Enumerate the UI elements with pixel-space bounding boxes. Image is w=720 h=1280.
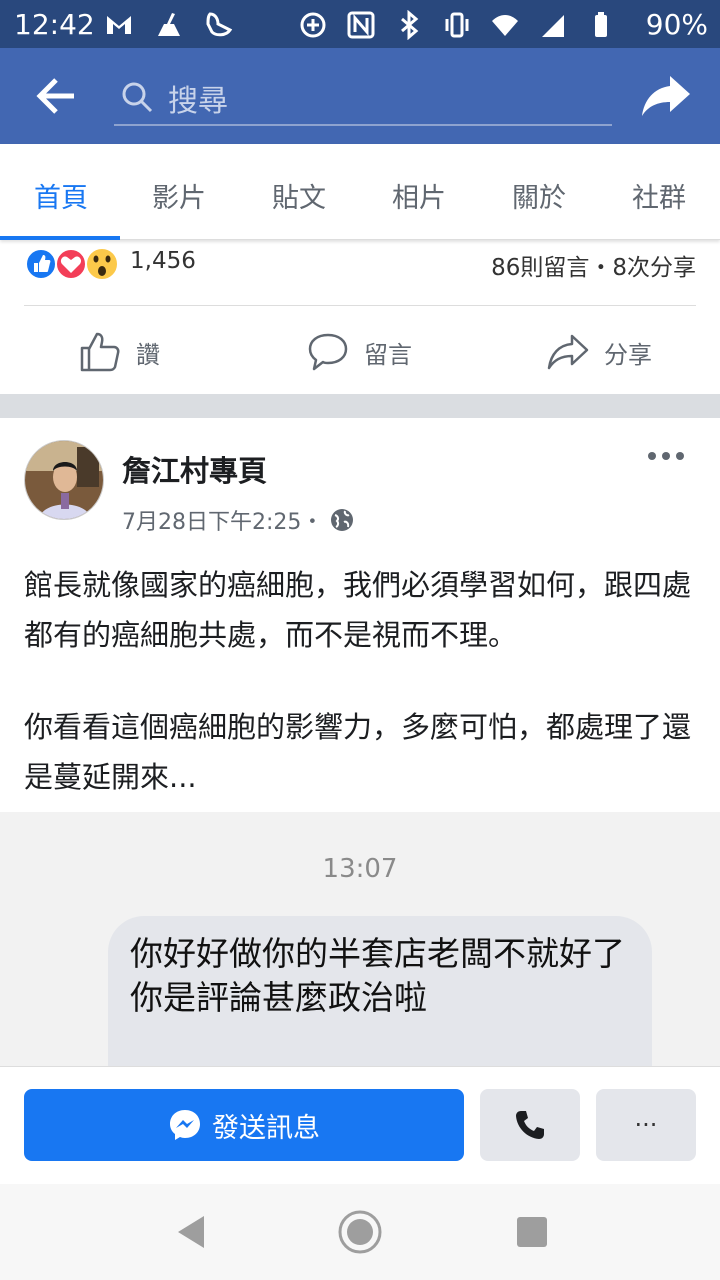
post-paragraph-1: 館長就像國家的癌細胞，我們必須學習如何，跟四處都有的癌細胞共處，而不是視而不理。	[24, 568, 692, 652]
post-paragraph-2[interactable]: 你看看這個癌細胞的影響力，多麼可怕，都處理了還是蔓延開來...	[24, 702, 704, 802]
app-header: 搜尋	[0, 48, 720, 144]
post-body: 館長就像國家的癌細胞，我們必須學習如何，跟四處都有的癌細胞共處，而不是視而不理。…	[24, 560, 704, 844]
battery-icon	[595, 12, 607, 37]
post-author[interactable]: 詹江村專頁	[122, 448, 267, 490]
comment-icon	[308, 333, 348, 371]
wifi-icon	[492, 15, 518, 36]
like-button[interactable]: 讚	[78, 330, 160, 374]
messenger-icon	[170, 1110, 200, 1140]
tab-photos[interactable]: 相片	[392, 176, 446, 215]
avatar-image	[25, 441, 103, 519]
chat-bubble: 你好好做你的半套店老闆不就好了 你是評論甚麼政治啦	[108, 916, 652, 1068]
section-separator	[0, 394, 720, 418]
love-icon	[55, 248, 87, 280]
avatar[interactable]	[24, 440, 104, 520]
pigeon-icon	[206, 12, 233, 37]
reactions-row[interactable]: 1,456 86則留言・8次分享	[0, 240, 720, 306]
comment-label: 留言	[364, 340, 412, 369]
vibrate-icon	[445, 12, 469, 38]
page-action-bar: 發送訊息 ···	[0, 1066, 720, 1184]
send-message-label: 發送訊息	[212, 1112, 320, 1144]
phone-icon	[516, 1111, 544, 1139]
share-arrow-icon[interactable]	[640, 72, 692, 120]
system-nav-bar	[0, 1184, 720, 1280]
thumbs-up-icon	[80, 332, 120, 372]
tab-videos[interactable]: 影片	[152, 176, 206, 215]
share-icon	[547, 334, 589, 370]
more-options-icon[interactable]	[646, 446, 686, 466]
share-label: 分享	[604, 340, 652, 369]
send-message-button[interactable]: 發送訊息	[24, 1089, 464, 1161]
comment-button[interactable]: 留言	[306, 330, 412, 374]
search-icon	[122, 82, 153, 113]
back-arrow-icon[interactable]	[34, 76, 78, 116]
post-image[interactable]: 13:07 你好好做你的半套店老闆不就好了 你是評論甚麼政治啦	[0, 812, 720, 1068]
nav-home-icon[interactable]	[336, 1208, 384, 1256]
like-label: 讚	[136, 340, 160, 369]
status-bar: 12:42 90%	[0, 0, 720, 48]
add-circle-icon	[300, 12, 326, 38]
bluetooth-icon	[401, 10, 419, 40]
tab-posts[interactable]: 貼文	[272, 176, 326, 215]
nav-recents-icon[interactable]	[508, 1208, 556, 1256]
gmail-icon	[107, 16, 131, 34]
chat-timestamp: 13:07	[322, 854, 398, 884]
page-tabs: 首頁 影片 貼文 相片 關於 社群	[0, 144, 720, 240]
share-button[interactable]: 分享	[546, 330, 652, 374]
search-placeholder: 搜尋	[168, 84, 228, 119]
tab-community[interactable]: 社群	[632, 176, 686, 215]
reaction-icons	[25, 247, 119, 281]
nav-back-icon[interactable]	[170, 1208, 218, 1256]
status-time: 12:42	[14, 8, 95, 41]
post-time[interactable]: 7月28日下午2:25・	[122, 504, 323, 536]
active-tab-indicator	[0, 236, 120, 240]
status-right-icons	[298, 10, 616, 40]
status-left-icons	[104, 10, 234, 40]
like-icon	[25, 248, 57, 280]
search-input[interactable]: 搜尋	[114, 70, 612, 126]
tab-home[interactable]: 首頁	[34, 176, 88, 215]
chat-message-line-2: 你是評論甚麼政治啦	[130, 978, 427, 1017]
chat-message-line-1: 你好好做你的半套店老闆不就好了	[130, 934, 625, 973]
more-actions-button[interactable]: ···	[596, 1089, 696, 1161]
post-meta: 7月28日下午2:25・	[122, 504, 355, 536]
wow-icon	[85, 247, 119, 281]
nfc-icon	[347, 11, 375, 39]
cleaner-icon	[158, 13, 180, 36]
comments-shares-summary[interactable]: 86則留言・8次分享	[491, 248, 696, 282]
globe-icon	[331, 509, 354, 531]
reaction-count: 1,456	[130, 248, 196, 274]
call-button[interactable]	[480, 1089, 580, 1161]
signal-icon	[542, 15, 564, 37]
tab-about[interactable]: 關於	[512, 176, 566, 215]
battery-percent: 90%	[645, 8, 708, 41]
post-actions: 讚 留言 分享	[0, 306, 720, 394]
